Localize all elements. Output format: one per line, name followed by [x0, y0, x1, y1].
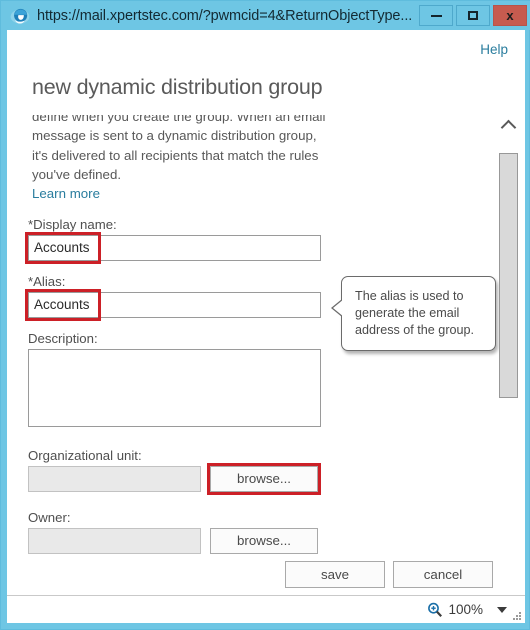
learn-more-link[interactable]: Learn more: [32, 186, 497, 201]
close-icon: x: [506, 8, 514, 23]
magnifier-zoom-icon[interactable]: [427, 602, 443, 618]
owner-browse-button[interactable]: browse...: [210, 527, 318, 554]
description-textarea[interactable]: [28, 348, 321, 427]
maximize-icon: [468, 11, 478, 20]
document-area: Help new dynamic distribution group grou…: [7, 30, 525, 596]
browser-window: https://mail.xpertstec.com/?pwmcid=4&Ret…: [0, 0, 530, 630]
close-button[interactable]: x: [493, 5, 527, 26]
window-title: https://mail.xpertstec.com/?pwmcid=4&Ret…: [37, 7, 413, 24]
chevron-up-icon: [500, 119, 516, 135]
title-bar[interactable]: https://mail.xpertstec.com/?pwmcid=4&Ret…: [1, 1, 530, 30]
organizational-unit-row: browse...: [28, 462, 497, 495]
organizational-unit-browse-button[interactable]: browse...: [210, 465, 318, 492]
internet-explorer-icon: [10, 8, 30, 23]
description-row: [28, 348, 497, 432]
callout-text: The alias is used to generate the email …: [355, 289, 475, 337]
display-name-label: *Display name:: [28, 216, 117, 232]
intro-paragraph: group. This calculation is based on rule…: [32, 115, 326, 182]
dialog-footer: save cancel: [7, 554, 525, 596]
resize-grip-icon[interactable]: [511, 610, 522, 621]
callout-tail-fill: [333, 299, 344, 317]
page-title: new dynamic distribution group: [32, 75, 323, 99]
owner-label: Owner:: [28, 509, 71, 525]
zoom-dropdown-caret-icon[interactable]: [497, 606, 507, 613]
minimize-button[interactable]: [419, 5, 453, 26]
help-link[interactable]: Help: [480, 42, 508, 57]
display-name-row: [25, 231, 497, 264]
organizational-unit-label: Organizational unit:: [28, 447, 142, 463]
alias-tooltip-callout: The alias is used to generate the email …: [331, 276, 496, 351]
owner-row: browse...: [28, 527, 497, 554]
scroll-up-button[interactable]: [497, 115, 519, 135]
cancel-button[interactable]: cancel: [393, 561, 493, 588]
maximize-button[interactable]: [456, 5, 490, 26]
alias-input[interactable]: [28, 291, 321, 318]
save-button[interactable]: save: [285, 561, 385, 588]
vertical-scrollbar[interactable]: [497, 115, 519, 570]
display-name-input[interactable]: [28, 234, 321, 261]
minimize-icon: [430, 14, 442, 17]
scrollbar-thumb[interactable]: [499, 153, 518, 398]
organizational-unit-input[interactable]: [28, 465, 201, 492]
owner-input[interactable]: [28, 527, 201, 554]
status-bar: 100%: [7, 595, 525, 623]
zoom-level-label: 100%: [448, 602, 483, 617]
